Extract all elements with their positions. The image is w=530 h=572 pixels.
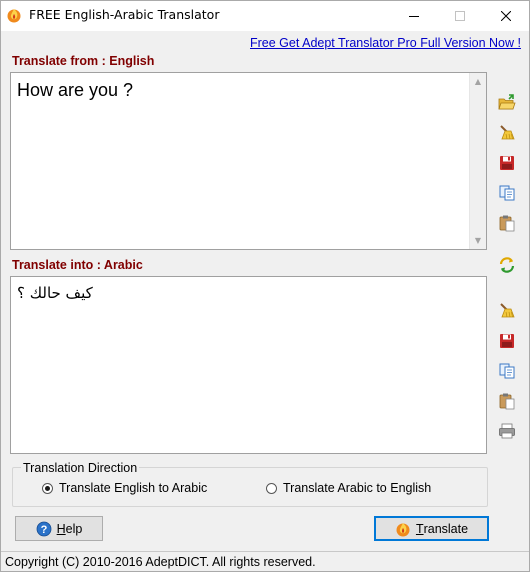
minimize-icon (409, 15, 419, 17)
minimize-button[interactable] (391, 1, 437, 30)
promo-link[interactable]: Free Get Adept Translator Pro Full Versi… (250, 36, 521, 50)
paste-icon[interactable] (498, 392, 516, 410)
copy-icon[interactable] (498, 362, 516, 380)
source-label: Translate from : English (12, 54, 155, 68)
copyright-text: Copyright (C) 2010-2016 AdeptDICT. All r… (5, 555, 316, 569)
target-text: كيف حالك ؟ (17, 284, 93, 302)
scroll-up-icon[interactable]: ▲ (470, 73, 486, 90)
clear-broom-icon[interactable] (498, 124, 516, 142)
radio-arabic-to-english[interactable]: Translate Arabic to English (266, 481, 431, 495)
source-scrollbar[interactable]: ▲ ▼ (469, 73, 486, 249)
flame-app-icon (7, 9, 21, 23)
radio-selected-icon (42, 482, 53, 494)
direction-group-title: Translation Direction (21, 461, 140, 475)
radio-english-to-arabic-label: Translate English to Arabic (59, 481, 208, 495)
clear-broom-icon[interactable] (498, 302, 516, 320)
radio-arabic-to-english-label: Translate Arabic to English (283, 481, 432, 495)
svg-text:?: ? (40, 524, 47, 536)
print-icon[interactable] (498, 422, 516, 440)
title-bar: FREE English-Arabic Translator (1, 1, 529, 31)
radio-unselected-icon (266, 482, 277, 494)
translate-button-label: ranslate (423, 521, 469, 536)
save-disk-icon[interactable] (498, 154, 516, 172)
close-button[interactable] (483, 1, 529, 30)
paste-icon[interactable] (498, 214, 516, 232)
maximize-button[interactable] (437, 1, 483, 30)
save-disk-icon[interactable] (498, 332, 516, 350)
window-title: FREE English-Arabic Translator (29, 7, 220, 22)
swap-refresh-icon[interactable] (498, 256, 516, 274)
close-icon (501, 10, 511, 21)
status-bar: Copyright (C) 2010-2016 AdeptDICT. All r… (1, 551, 529, 572)
source-textarea[interactable]: How are you ? ▲ ▼ (10, 72, 487, 250)
target-label: Translate into : Arabic (12, 258, 143, 272)
scroll-down-icon[interactable]: ▼ (470, 232, 486, 249)
copy-icon[interactable] (498, 184, 516, 202)
help-button-accel: H (56, 521, 66, 536)
open-folder-icon[interactable] (498, 94, 516, 112)
source-text: How are you ? (17, 80, 134, 100)
app-window: FREE English-Arabic Translator Free Get … (0, 0, 530, 572)
help-button-label: elp (65, 521, 83, 536)
help-button[interactable]: ? Help (15, 516, 103, 541)
maximize-icon (455, 10, 465, 21)
radio-english-to-arabic[interactable]: Translate English to Arabic (42, 481, 207, 495)
help-question-icon: ? (36, 521, 52, 536)
translate-button[interactable]: Translate (374, 516, 489, 541)
translate-button-accel: T (415, 521, 424, 536)
target-textarea[interactable]: كيف حالك ؟ (10, 276, 487, 454)
flame-translate-icon (396, 522, 410, 536)
